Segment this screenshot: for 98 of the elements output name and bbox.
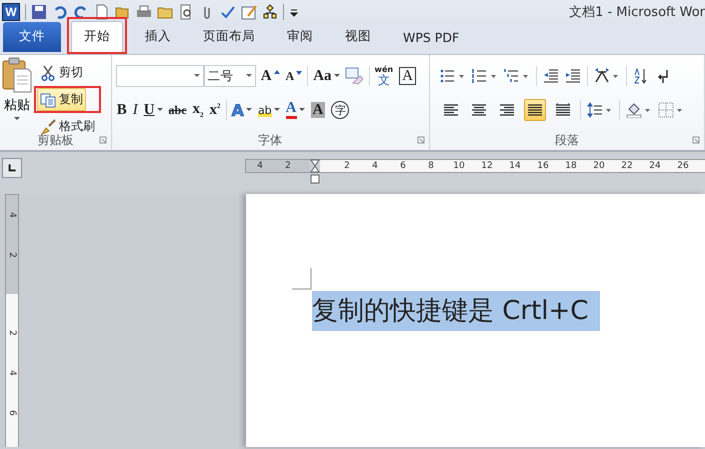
dialog-launcher-icon[interactable] — [692, 136, 700, 144]
ruler-number: 24 — [648, 160, 662, 172]
ruler-number: 2 — [284, 160, 292, 172]
caret-icon — [14, 117, 20, 121]
form-icon[interactable] — [241, 4, 257, 20]
grow-button[interactable]: A — [260, 68, 281, 84]
sort-icon[interactable] — [632, 68, 649, 84]
ruler-number: 6 — [399, 160, 407, 172]
window-title: 文档1 - Microsoft Wor — [569, 4, 705, 21]
ruler-number: 6 — [7, 410, 17, 416]
clipboard-icon — [2, 57, 32, 93]
ruler-number: 4 — [7, 370, 17, 376]
copy-icon — [40, 92, 56, 108]
ruler-number: 4 — [371, 160, 379, 172]
margin-corner-mark — [292, 268, 312, 290]
asian-layout-icon[interactable] — [594, 68, 620, 84]
printer-icon[interactable] — [136, 4, 152, 20]
diagram-icon[interactable] — [262, 4, 278, 20]
left-align-icon — [444, 103, 458, 117]
indent-marker-icon[interactable] — [310, 159, 320, 185]
underline-button[interactable]: U — [142, 102, 164, 118]
group-label: 字体 — [258, 132, 282, 148]
undo-icon[interactable] — [52, 4, 68, 20]
sub-button[interactable]: x$_{2}$ — [192, 101, 205, 119]
caret-icon — [274, 108, 280, 112]
spell-check-icon[interactable] — [220, 4, 236, 20]
multilevel-list-icon[interactable] — [504, 68, 530, 84]
group-label: 剪贴板 — [37, 132, 74, 148]
borders-icon[interactable] — [658, 102, 684, 118]
ruler-number: 16 — [536, 160, 550, 172]
ribbon-tab[interactable]: 审阅 — [275, 22, 325, 52]
enclose-button[interactable]: 字 — [330, 101, 350, 119]
save-icon[interactable] — [31, 4, 47, 20]
sup-button[interactable]: x$^{2}$ — [208, 102, 222, 118]
redo-icon[interactable] — [73, 4, 89, 20]
ribbon-tab[interactable]: 开始 — [71, 21, 123, 52]
up-triangle-icon — [274, 70, 280, 74]
eraser-icon[interactable] — [344, 67, 363, 85]
bullet-list-icon[interactable] — [440, 68, 466, 84]
paste-button[interactable]: 粘贴 — [2, 57, 32, 130]
decrease-indent-icon[interactable] — [542, 68, 559, 84]
group-label: 段落 — [554, 132, 579, 148]
shrink-button[interactable]: A — [284, 68, 304, 84]
caret-icon — [298, 108, 305, 112]
ruler-number: 2 — [7, 330, 17, 336]
distributed-align-icon — [556, 103, 570, 117]
ruler-number: 12 — [480, 160, 494, 172]
word-logo-icon[interactable]: W — [2, 3, 20, 21]
caret-icon — [246, 108, 252, 112]
ruler-number: 20 — [592, 160, 606, 172]
paintbrush-icon — [40, 118, 56, 134]
ruler-number: 2 — [7, 252, 17, 258]
ruler-number: 8 — [427, 160, 435, 172]
ribbon-tab[interactable]: 文件 — [3, 22, 61, 52]
ruler-number: 22 — [620, 160, 634, 172]
clipboard-button[interactable]: 复制 — [37, 88, 86, 111]
increase-indent-icon[interactable] — [564, 68, 581, 84]
down-triangle-icon — [296, 70, 302, 74]
ruler-number: 14 — [508, 160, 522, 172]
phonetic-button[interactable]: wén 文 — [374, 66, 394, 86]
caret-icon — [156, 108, 163, 112]
ruler-number: 10 — [452, 160, 466, 172]
italic-button[interactable]: I — [132, 102, 139, 118]
ruler-number: 4 — [7, 212, 17, 218]
ruler-number: 4 — [256, 160, 264, 172]
color-button[interactable]: A — [284, 101, 306, 119]
clipboard-button[interactable]: 剪切 — [37, 61, 86, 84]
effect-button[interactable]: A — [230, 100, 253, 120]
ruler-number: 2 — [343, 160, 351, 172]
tab-stop-button[interactable] — [2, 158, 22, 178]
dropdown-caret-icon — [194, 74, 200, 78]
ribbon-tab[interactable]: 视图 — [333, 22, 383, 52]
border-button[interactable]: A — [398, 66, 417, 86]
strike-button[interactable]: abc — [168, 102, 188, 118]
shade-button[interactable]: A — [310, 102, 326, 118]
paint-bucket-icon[interactable] — [626, 102, 652, 118]
dialog-launcher-icon[interactable] — [416, 136, 425, 144]
right-align-icon — [500, 103, 514, 117]
ruler-number: 26 — [676, 160, 690, 172]
numbered-list-icon[interactable] — [472, 68, 498, 84]
justify-align-icon — [528, 103, 542, 117]
case-button[interactable]: Aa — [312, 68, 341, 84]
line-spacing-icon[interactable] — [586, 102, 613, 118]
ribbon-tab[interactable]: 插入 — [133, 22, 183, 52]
font-name-field[interactable] — [116, 65, 204, 87]
justify-align-button[interactable] — [524, 99, 546, 121]
ruler-number: 18 — [564, 160, 578, 172]
scissors-icon — [40, 64, 56, 80]
tab-stop-icon — [6, 162, 18, 174]
ribbon-tab[interactable]: WPS PDF — [391, 24, 472, 52]
bold-button[interactable]: B — [116, 102, 128, 118]
dialog-launcher-icon[interactable] — [98, 136, 107, 144]
center-align-icon — [472, 103, 486, 117]
dropdown-caret-icon — [246, 74, 252, 78]
document-text: 复制的快捷键是 Crtl+C — [312, 291, 600, 331]
caret-icon — [334, 74, 340, 78]
font-size-field[interactable]: 二号 — [204, 65, 256, 87]
ribbon-tab[interactable]: 页面布局 — [191, 22, 267, 52]
